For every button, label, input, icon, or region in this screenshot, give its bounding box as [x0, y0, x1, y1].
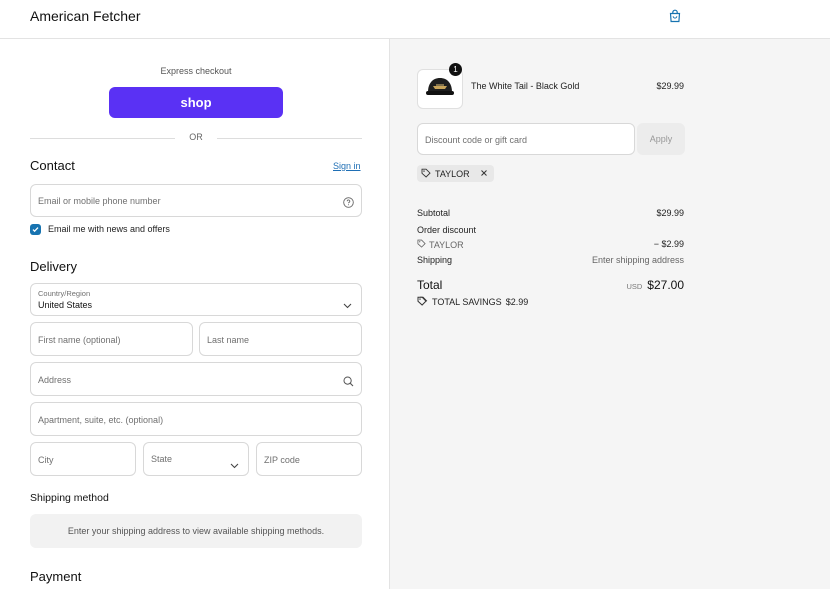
- subtotal-label: Subtotal: [417, 208, 451, 218]
- shipping-value: Enter shipping address: [591, 255, 684, 265]
- currency-label: USD: [626, 282, 643, 291]
- discount-value: − $2.99: [653, 239, 684, 249]
- total-label: Total: [417, 278, 443, 292]
- discount-placeholder: Discount code or gift card: [425, 135, 528, 145]
- tag-icon: [421, 168, 431, 180]
- discount-code-label: TAYLOR: [429, 239, 464, 250]
- checkmark-icon: [32, 227, 39, 233]
- news-checkbox-label: Email me with news and offers: [48, 224, 170, 234]
- header: American Fetcher: [0, 0, 830, 39]
- chevron-down-icon: [230, 456, 239, 474]
- shipping-method-heading: Shipping method: [30, 492, 109, 504]
- city-placeholder: City: [38, 455, 54, 465]
- address-placeholder: Address: [38, 375, 72, 385]
- help-circle-icon[interactable]: [343, 195, 354, 213]
- delivery-heading: Delivery: [30, 259, 77, 274]
- first-name-placeholder: First name (optional): [38, 335, 121, 345]
- search-icon[interactable]: [343, 374, 354, 392]
- country-label: Country/Region: [38, 289, 91, 298]
- discount-chip: TAYLOR: [417, 165, 494, 182]
- payment-heading: Payment: [30, 569, 82, 584]
- total-savings-label: TOTAL SAVINGS: [432, 297, 502, 307]
- discount-code-field[interactable]: Discount code or gift card: [417, 123, 635, 155]
- total-savings-value: $2.99: [505, 297, 529, 307]
- quantity-badge: 1: [449, 63, 462, 76]
- total-row: USD $27.00: [626, 278, 684, 292]
- state-select[interactable]: State: [143, 442, 249, 476]
- shopping-bag-icon[interactable]: [668, 9, 682, 23]
- subtotal-value: $29.99: [656, 208, 684, 218]
- discount-code-row: TAYLOR: [417, 239, 464, 250]
- order-summary: 1 The White Tail - Black Gold $29.99 Dis…: [389, 39, 830, 589]
- last-name-placeholder: Last name: [207, 335, 250, 345]
- country-select[interactable]: Country/Region United States: [30, 283, 362, 316]
- tag-icon: [417, 296, 428, 308]
- shop-pay-button[interactable]: shop: [109, 87, 283, 118]
- shipping-label: Shipping: [417, 255, 453, 265]
- email-placeholder: Email or mobile phone number: [38, 196, 161, 206]
- sign-in-link[interactable]: Sign in: [333, 161, 361, 171]
- shipping-method-notice: Enter your shipping address to view avai…: [30, 514, 362, 548]
- news-checkbox[interactable]: [30, 224, 41, 235]
- close-icon[interactable]: [480, 169, 488, 179]
- express-checkout-label: Express checkout: [160, 66, 232, 76]
- state-placeholder: State: [151, 454, 173, 464]
- order-discount-label: Order discount: [417, 225, 477, 235]
- apartment-placeholder: Apartment, suite, etc. (optional): [38, 415, 164, 425]
- product-price: $29.99: [656, 81, 684, 91]
- total-value: $27.00: [647, 278, 684, 292]
- or-label: OR: [189, 132, 203, 142]
- chevron-down-icon: [343, 296, 352, 314]
- discount-chip-label: TAYLOR: [435, 168, 470, 179]
- country-value: United States: [38, 300, 93, 310]
- checkout-form: Express checkout shop OR Contact Sign in…: [0, 39, 389, 589]
- zip-placeholder: ZIP code: [264, 455, 300, 465]
- first-name-field[interactable]: First name (optional): [30, 322, 193, 356]
- apartment-field[interactable]: Apartment, suite, etc. (optional): [30, 402, 362, 436]
- address-field[interactable]: Address: [30, 362, 362, 396]
- email-field[interactable]: Email or mobile phone number: [30, 184, 362, 217]
- city-field[interactable]: City: [30, 442, 136, 476]
- total-savings: TOTAL SAVINGS $2.99: [417, 296, 528, 308]
- product-name: The White Tail - Black Gold: [471, 81, 580, 91]
- last-name-field[interactable]: Last name: [199, 322, 362, 356]
- store-name[interactable]: American Fetcher: [30, 8, 140, 24]
- contact-heading: Contact: [30, 158, 75, 173]
- zip-field[interactable]: ZIP code: [256, 442, 362, 476]
- tag-icon: [417, 239, 426, 250]
- apply-button[interactable]: Apply: [637, 123, 685, 155]
